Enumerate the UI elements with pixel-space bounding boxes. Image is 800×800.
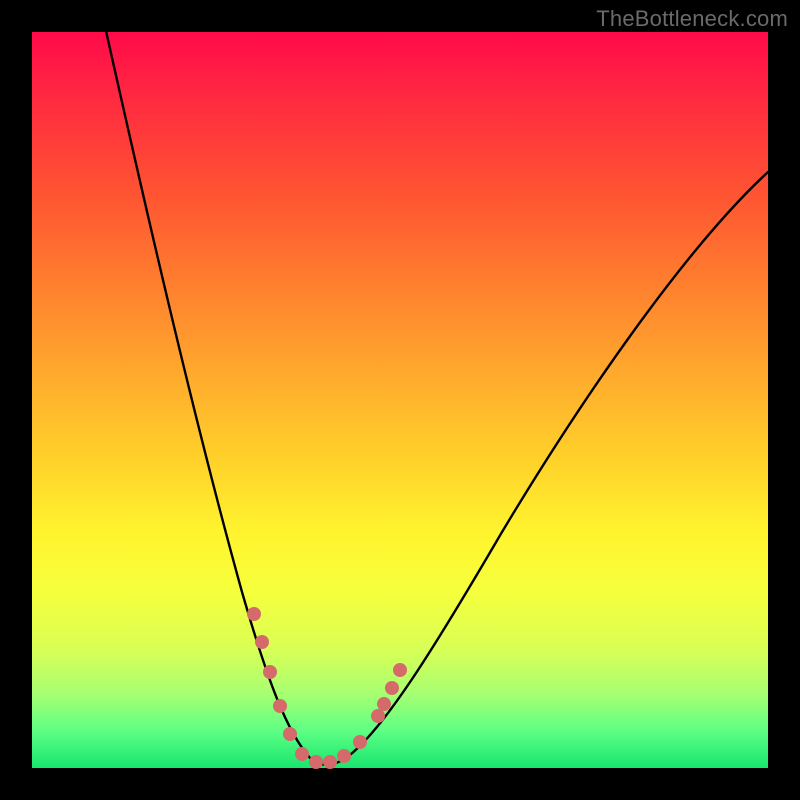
marker-dot: [385, 681, 399, 695]
marker-dot: [323, 755, 337, 769]
marker-dot: [393, 663, 407, 677]
marker-dot: [377, 697, 391, 711]
marker-dot: [295, 747, 309, 761]
marker-group: [247, 607, 407, 769]
plot-area: [32, 32, 768, 768]
chart-frame: TheBottleneck.com: [0, 0, 800, 800]
marker-dot: [337, 749, 351, 763]
marker-dot: [255, 635, 269, 649]
marker-dot: [353, 735, 367, 749]
marker-dot: [273, 699, 287, 713]
marker-dot: [283, 727, 297, 741]
marker-dot: [371, 709, 385, 723]
watermark-text: TheBottleneck.com: [596, 6, 788, 32]
marker-dot: [309, 755, 323, 769]
marker-dot: [263, 665, 277, 679]
curve-group: [104, 22, 768, 765]
bottleneck-curve: [104, 22, 768, 765]
bottleneck-curve-svg: [32, 32, 768, 768]
marker-dot: [247, 607, 261, 621]
